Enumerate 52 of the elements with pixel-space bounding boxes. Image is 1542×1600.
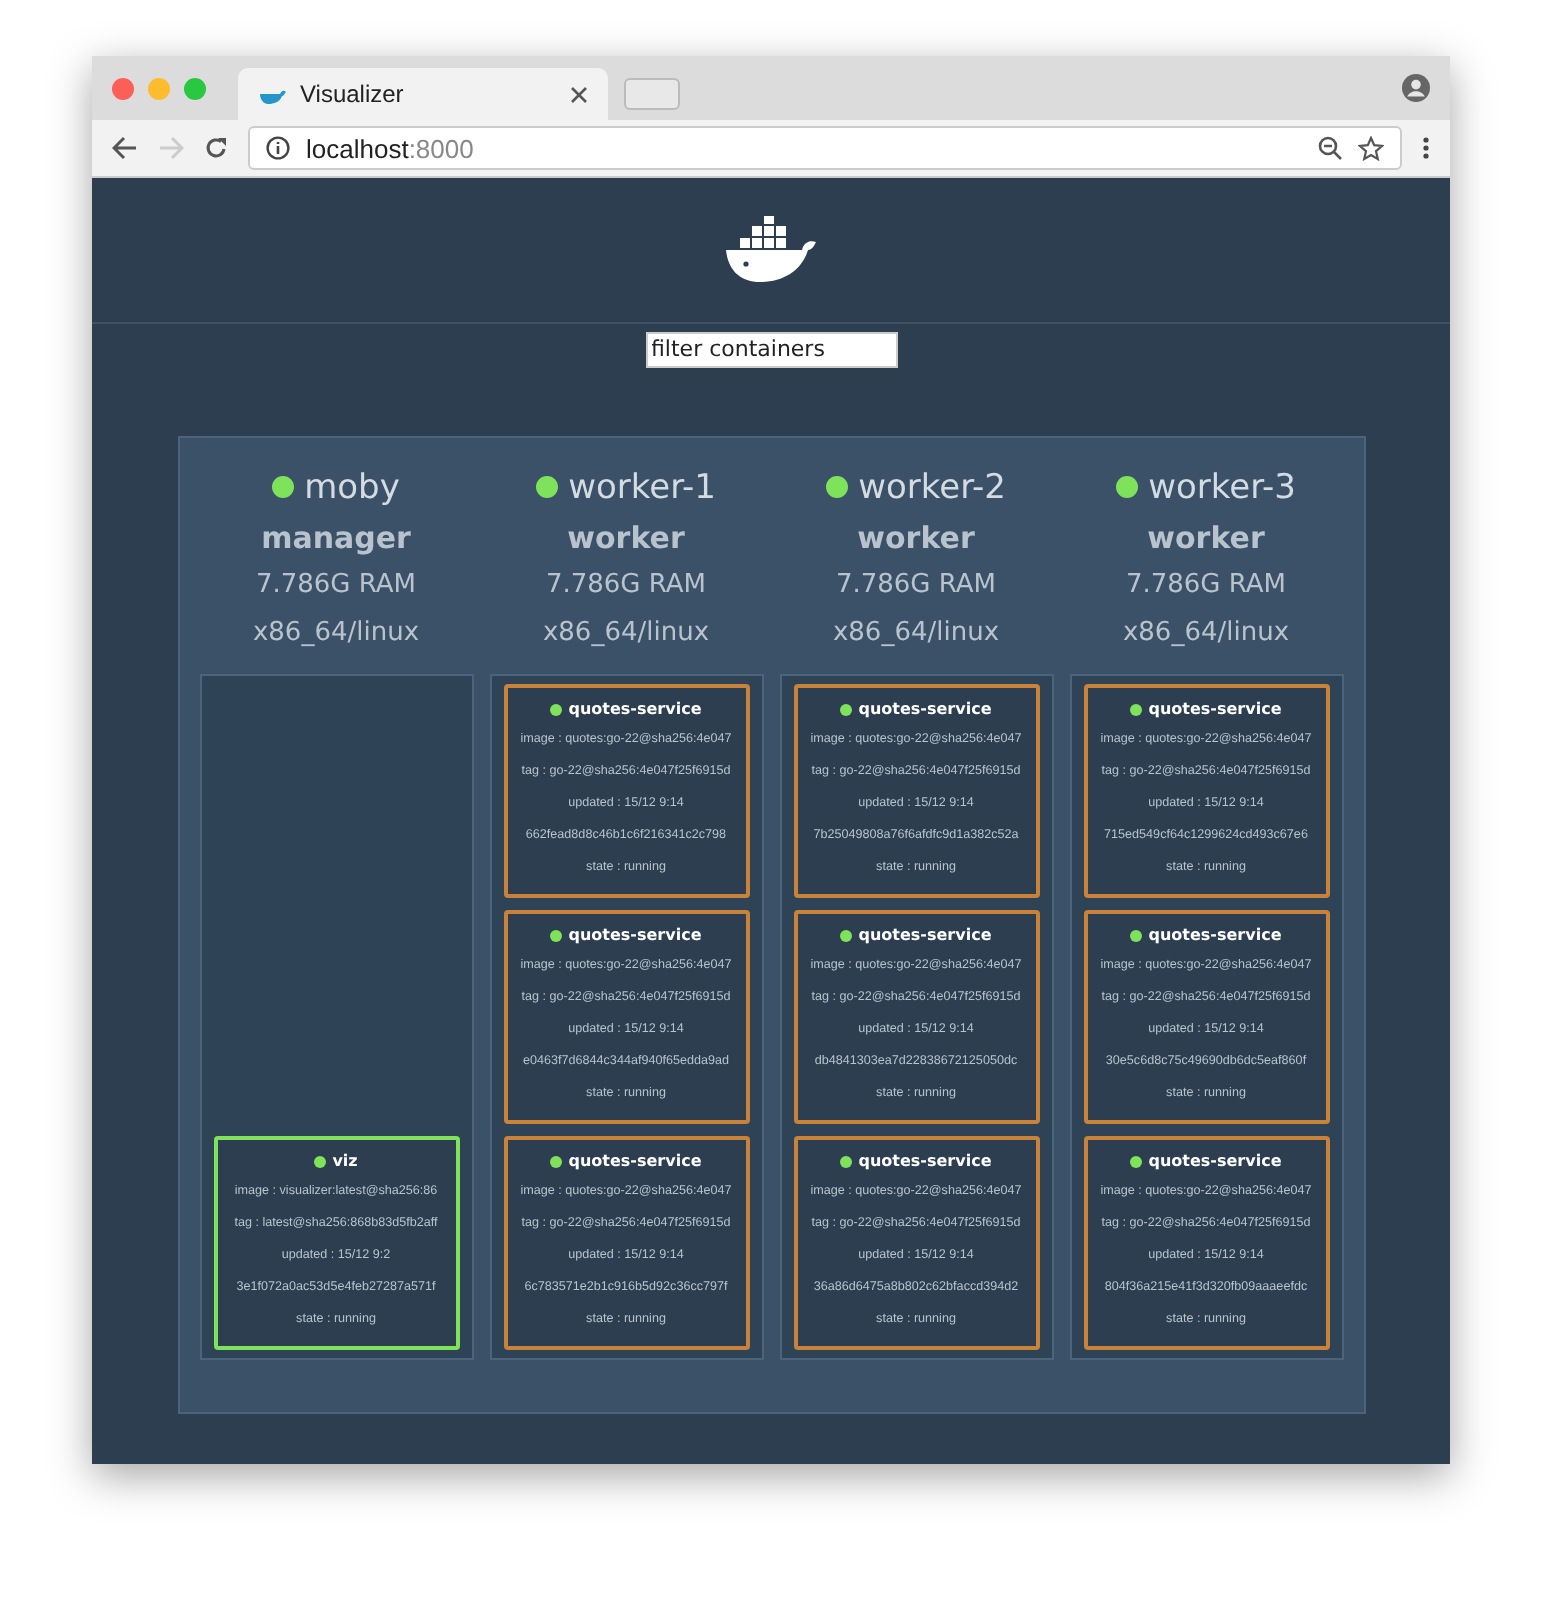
star-icon[interactable]	[1358, 135, 1384, 161]
status-dot-icon	[826, 476, 849, 498]
container-name: viz	[332, 1149, 358, 1173]
status-dot-icon	[536, 476, 559, 498]
close-tab-icon[interactable]	[570, 85, 588, 103]
status-dot-icon	[840, 703, 853, 715]
node-ram: 7.786G RAM	[545, 567, 707, 603]
reload-icon[interactable]	[204, 136, 228, 160]
container-name: quotes-service	[568, 923, 702, 948]
node-name: worker-3	[1148, 465, 1296, 511]
container-name: quotes-service	[1148, 1149, 1282, 1174]
node-ram: 7.786G RAM	[255, 567, 417, 603]
status-dot-icon	[550, 1155, 563, 1167]
node-arch: x86_64/linux	[832, 615, 1000, 651]
status-dot-icon	[1116, 476, 1139, 498]
status-dot-icon	[1130, 1155, 1143, 1167]
node-arch: x86_64/linux	[542, 615, 710, 651]
container-name: quotes-service	[1148, 697, 1282, 722]
browser-tab[interactable]: Visualizer	[238, 68, 608, 120]
profile-icon[interactable]	[1402, 74, 1430, 102]
node-name: moby	[304, 465, 400, 511]
node-arch: x86_64/linux	[1122, 615, 1290, 651]
back-icon[interactable]	[112, 136, 138, 160]
status-dot-icon	[1130, 703, 1143, 715]
node-role: manager	[261, 517, 411, 559]
node-arch: x86_64/linux	[252, 615, 420, 651]
container-name: quotes-service	[858, 697, 992, 722]
status-dot-icon	[550, 929, 563, 941]
node-role: worker	[1147, 517, 1265, 559]
container-name: quotes-service	[1148, 923, 1282, 948]
node-role: worker	[567, 517, 685, 559]
zoom-out-icon[interactable]	[1318, 136, 1342, 160]
node-role: worker	[857, 517, 975, 559]
info-icon	[266, 136, 290, 160]
node-ram: 7.786G RAM	[1125, 567, 1287, 603]
container-name: quotes-service	[858, 923, 992, 948]
whale-logo-icon	[721, 216, 821, 284]
container-name: quotes-service	[568, 1149, 702, 1174]
status-dot-icon	[314, 1155, 327, 1167]
container-name: quotes-service	[858, 1149, 992, 1174]
container-name: quotes-service	[568, 697, 702, 722]
status-dot-icon	[840, 929, 853, 941]
node-ram: 7.786G RAM	[835, 567, 997, 603]
status-dot-icon	[1130, 929, 1143, 941]
filter-field[interactable]: filter containers	[645, 331, 897, 367]
status-dot-icon	[840, 1155, 853, 1167]
node-name: worker-2	[858, 465, 1006, 511]
status-dot-icon	[550, 703, 563, 715]
address-bar[interactable]: localhost:8000	[248, 126, 1402, 170]
menu-icon[interactable]	[1422, 136, 1430, 160]
node-name: worker-1	[568, 465, 716, 511]
status-dot-icon	[272, 476, 295, 498]
